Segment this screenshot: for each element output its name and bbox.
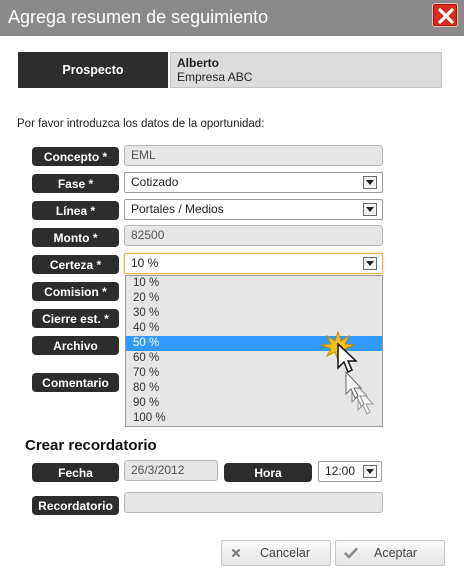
chevron-down-icon[interactable]: [363, 203, 377, 216]
fase-select[interactable]: Cotizado: [124, 172, 383, 193]
chevron-down-icon[interactable]: [363, 257, 377, 270]
concepto-input[interactable]: EML: [124, 145, 383, 166]
comentario-label: Comentario: [32, 373, 119, 392]
comision-label: Comision *: [32, 282, 119, 301]
linea-select[interactable]: Portales / Medios: [124, 199, 383, 220]
cierre-label: Cierre est. *: [32, 309, 119, 328]
close-icon: [438, 8, 454, 24]
monto-label: Monto *: [32, 228, 119, 247]
hora-label: Hora: [224, 463, 312, 482]
monto-input[interactable]: 82500: [124, 225, 383, 246]
linea-label: Línea *: [32, 201, 119, 220]
recordatorio-label: Recordatorio: [32, 496, 119, 515]
recordatorio-input[interactable]: [124, 492, 383, 513]
chevron-down-icon[interactable]: [363, 465, 377, 478]
check-icon: [344, 547, 358, 559]
certeza-option[interactable]: 10 %: [126, 276, 382, 291]
fecha-label: Fecha: [32, 463, 119, 482]
dialog-titlebar: Agrega resumen de seguimiento: [0, 0, 464, 36]
prospect-info: Alberto Empresa ABC: [170, 52, 442, 88]
certeza-value: 10 %: [131, 256, 159, 270]
archivo-label: Archivo: [32, 336, 119, 355]
cancel-button[interactable]: Cancelar: [221, 540, 331, 566]
certeza-option[interactable]: 20 %: [126, 291, 382, 306]
click-cursor-icon: [320, 330, 375, 415]
certeza-option[interactable]: 30 %: [126, 306, 382, 321]
fase-value: Cotizado: [131, 175, 179, 189]
cancel-button-label: Cancelar: [260, 546, 311, 560]
close-button[interactable]: [432, 3, 458, 27]
intro-text: Por favor introduzca los datos de la opo…: [17, 118, 265, 130]
prospect-label: Prospecto: [18, 52, 168, 88]
hora-select[interactable]: 12:00: [318, 461, 382, 482]
prospect-name: Alberto: [177, 56, 219, 70]
fecha-input[interactable]: 26/3/2012: [124, 460, 218, 481]
prospect-company: Empresa ABC: [177, 70, 253, 84]
close-icon: [232, 549, 240, 557]
chevron-down-icon[interactable]: [363, 176, 377, 189]
accept-button[interactable]: Aceptar: [335, 540, 445, 566]
linea-value: Portales / Medios: [131, 202, 224, 216]
hora-value: 12:00: [325, 464, 356, 478]
concepto-label: Concepto *: [32, 147, 119, 166]
reminder-section-title: Crear recordatorio: [25, 437, 157, 454]
certeza-label: Certeza *: [32, 255, 119, 274]
dialog-title: Agrega resumen de seguimiento: [8, 7, 269, 27]
fase-label: Fase *: [32, 174, 119, 193]
certeza-select[interactable]: 10 %: [124, 253, 383, 274]
accept-button-label: Aceptar: [374, 546, 418, 560]
